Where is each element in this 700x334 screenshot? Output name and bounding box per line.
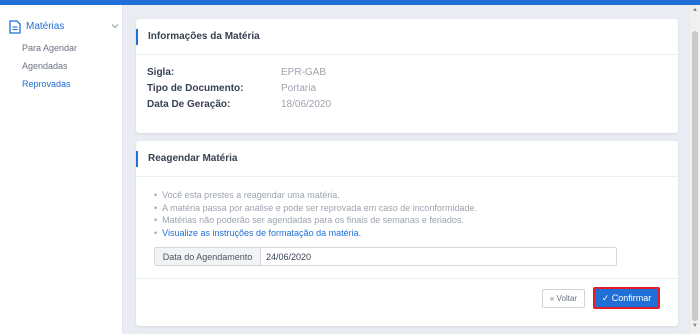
sidebar-section-materias[interactable]: Matérias bbox=[0, 17, 123, 39]
divider bbox=[136, 54, 678, 55]
reschedule-card-title: Reagendar Matéria bbox=[136, 151, 237, 167]
sidebar-item-reprovadas[interactable]: Reprovadas bbox=[22, 79, 71, 89]
scrollbar-thumb[interactable] bbox=[692, 31, 698, 321]
document-icon bbox=[9, 20, 21, 34]
scroll-down-arrow-icon[interactable]: ▼ bbox=[692, 323, 698, 329]
confirm-button-label: ✓ Confirmar bbox=[601, 292, 652, 303]
info-value: 18/06/2020 bbox=[281, 99, 332, 110]
info-key: Tipo de Documento: bbox=[147, 83, 244, 94]
confirm-button[interactable]: ✓ Confirmar bbox=[593, 287, 660, 309]
sidebar-item-agendadas[interactable]: Agendadas bbox=[22, 61, 68, 71]
divider bbox=[136, 176, 678, 177]
info-value: Portaria bbox=[281, 83, 317, 94]
scheduling-date-label: Data do Agendamento bbox=[155, 248, 261, 265]
notice-item: A matéria passa por análise e pode ser r… bbox=[154, 202, 674, 215]
page-scrollbar[interactable]: ▲ ▼ bbox=[690, 5, 700, 334]
scheduling-date-group: Data do Agendamento bbox=[154, 247, 617, 266]
info-value: EPR-GAB bbox=[281, 67, 327, 78]
divider bbox=[136, 278, 678, 279]
chevron-down-icon[interactable] bbox=[110, 21, 120, 31]
notice-item: Matérias não poderão ser agendadas para … bbox=[154, 214, 674, 227]
back-button[interactable]: « Voltar bbox=[542, 289, 585, 308]
sidebar-item-para-agendar[interactable]: Para Agendar bbox=[22, 43, 77, 53]
info-card-title: Informações da Matéria bbox=[136, 29, 260, 45]
instructions-link[interactable]: Visualize as instruções de formatação da… bbox=[154, 227, 674, 240]
info-key: Data De Geração: bbox=[147, 99, 231, 110]
notice-item: Você esta prestes a reagendar uma matéri… bbox=[154, 189, 674, 202]
scroll-up-arrow-icon[interactable]: ▲ bbox=[692, 7, 698, 13]
sidebar-section-label: Matérias bbox=[26, 21, 65, 32]
info-card: Informações da Matéria Sigla: EPR-GAB Ti… bbox=[136, 19, 678, 133]
scheduling-date-input[interactable] bbox=[261, 248, 616, 265]
reschedule-card: Reagendar Matéria Você esta prestes a re… bbox=[136, 141, 678, 326]
info-key: Sigla: bbox=[147, 67, 175, 78]
notice-list: Você esta prestes a reagendar uma matéri… bbox=[154, 189, 674, 239]
sidebar: Matérias Para Agendar Agendadas Reprovad… bbox=[0, 5, 123, 334]
